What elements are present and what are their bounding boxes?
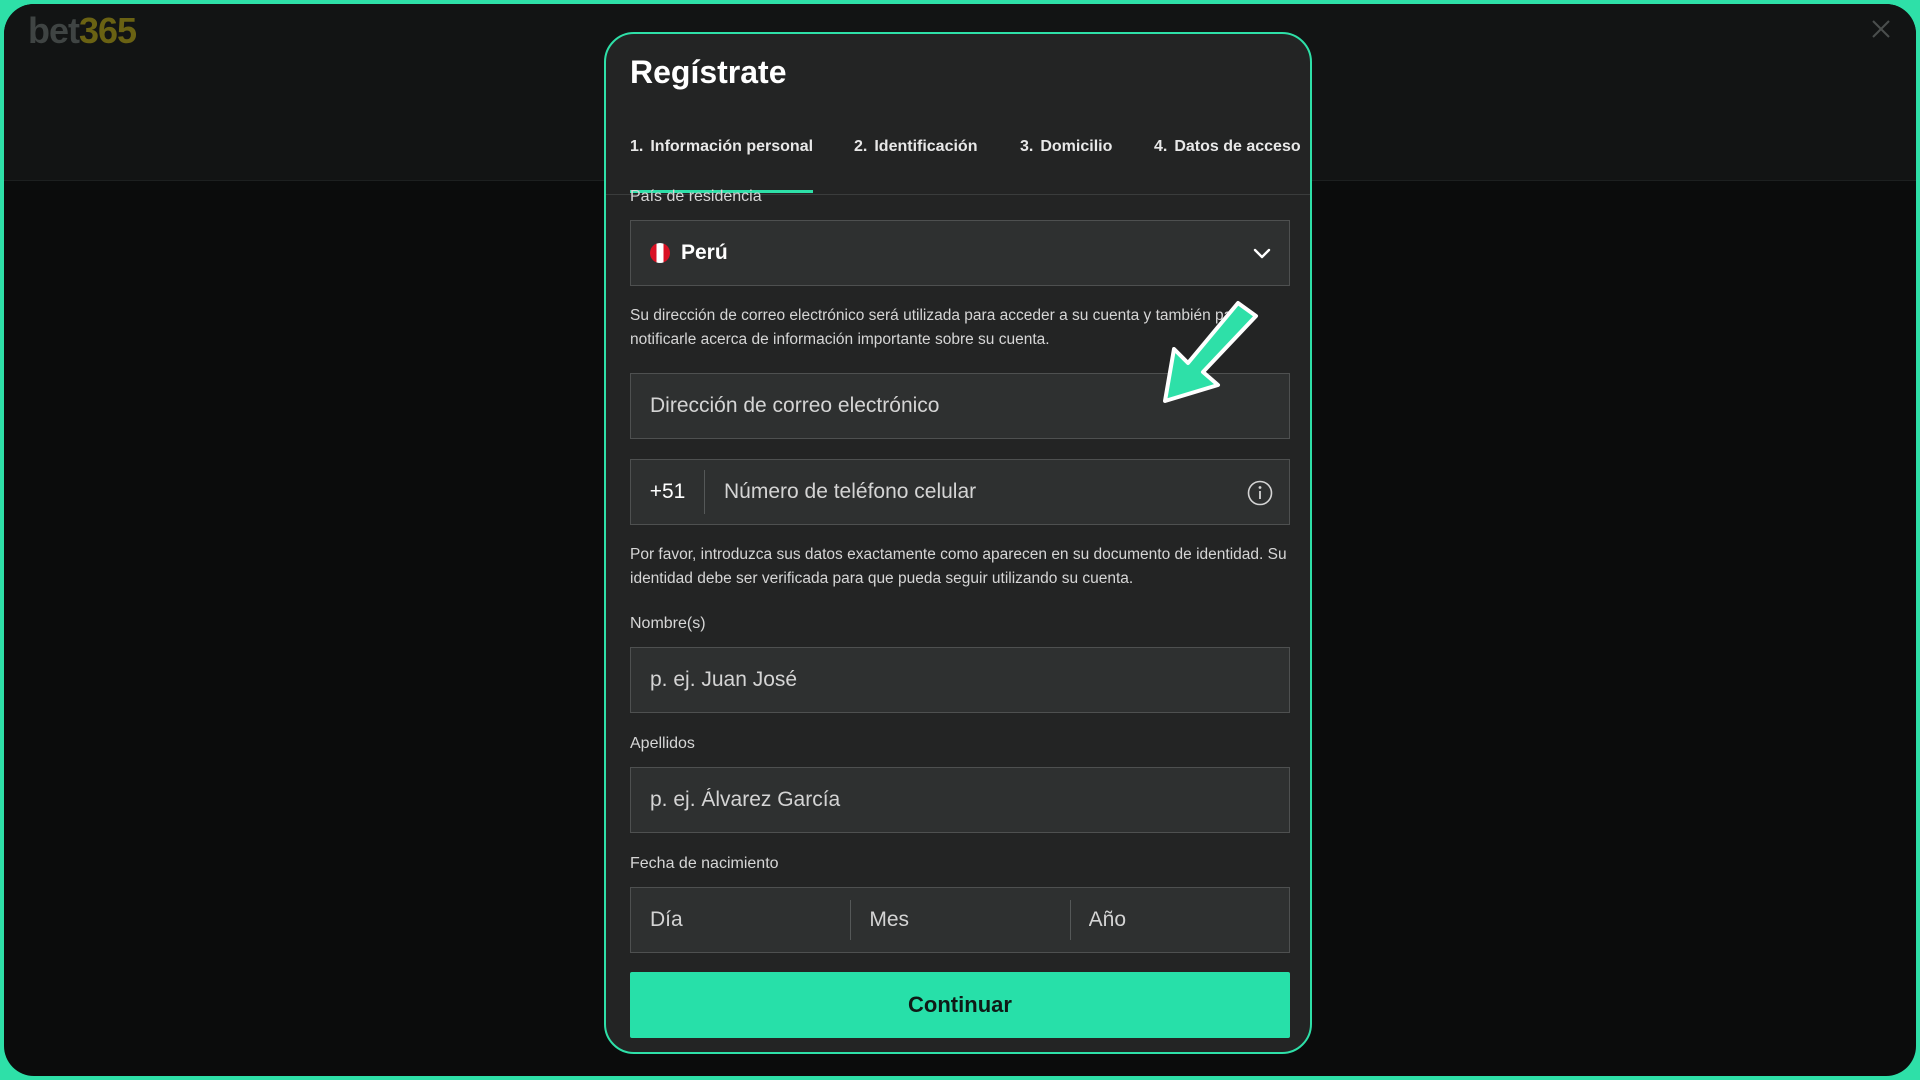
tab-number: 4. <box>1154 138 1168 155</box>
logo-text-bet: bet <box>28 10 80 51</box>
peru-flag-icon <box>650 243 670 263</box>
phone-input[interactable] <box>705 460 1239 524</box>
phone-field[interactable]: +51 <box>630 459 1290 525</box>
first-name-input[interactable] <box>631 648 1289 712</box>
tab-identification[interactable]: 2. Identificación <box>854 124 977 192</box>
continue-button[interactable]: Continuar <box>630 972 1290 1038</box>
country-value: Perú <box>681 241 728 264</box>
country-select[interactable]: Perú <box>630 220 1290 286</box>
tab-access-data[interactable]: 4. Datos de acceso <box>1154 124 1301 192</box>
dob-month-select[interactable] <box>850 888 1070 952</box>
first-name-label: Nombre(s) <box>630 615 706 632</box>
tab-number: 1. <box>630 138 644 155</box>
dob-field <box>630 887 1290 953</box>
tab-label: Información personal <box>650 138 814 155</box>
dob-day-select[interactable] <box>631 888 851 952</box>
tab-label: Identificación <box>874 138 978 155</box>
last-name-input[interactable] <box>631 768 1289 832</box>
dob-year-select[interactable] <box>1069 888 1289 952</box>
registration-modal: Regístrate 1. Información personal 2. Iden… <box>604 32 1312 1054</box>
first-name-field[interactable] <box>630 647 1290 713</box>
last-name-label: Apellidos <box>630 735 695 752</box>
dob-day[interactable] <box>631 888 851 952</box>
tab-personal-info[interactable]: 1. Información personal <box>630 124 814 193</box>
dob-label: Fecha de nacimiento <box>630 855 779 872</box>
close-icon[interactable] <box>1870 18 1892 40</box>
bet365-logo[interactable]: bet365 <box>28 10 137 52</box>
country-label: País de residencia <box>630 188 762 205</box>
last-name-field[interactable] <box>630 767 1290 833</box>
logo-text-365: 365 <box>79 10 137 51</box>
modal-title: Regístrate <box>630 54 787 90</box>
pointer-arrow-icon <box>1163 301 1258 403</box>
chevron-down-icon <box>1253 248 1271 259</box>
step-tabs: 1. Información personal 2. Identificación … <box>606 124 1310 195</box>
tab-address[interactable]: 3. Domicilio <box>1020 124 1112 192</box>
tab-label: Domicilio <box>1040 138 1113 155</box>
tab-number: 3. <box>1020 138 1034 155</box>
identity-info-text: Por favor, introduzca sus datos exactame… <box>630 546 1287 587</box>
tab-number: 2. <box>854 138 868 155</box>
info-icon[interactable] <box>1247 480 1273 506</box>
dob-month[interactable] <box>850 888 1070 952</box>
phone-prefix[interactable]: +51 <box>631 470 705 514</box>
dob-year[interactable] <box>1069 888 1289 952</box>
tab-label: Datos de acceso <box>1174 138 1301 155</box>
